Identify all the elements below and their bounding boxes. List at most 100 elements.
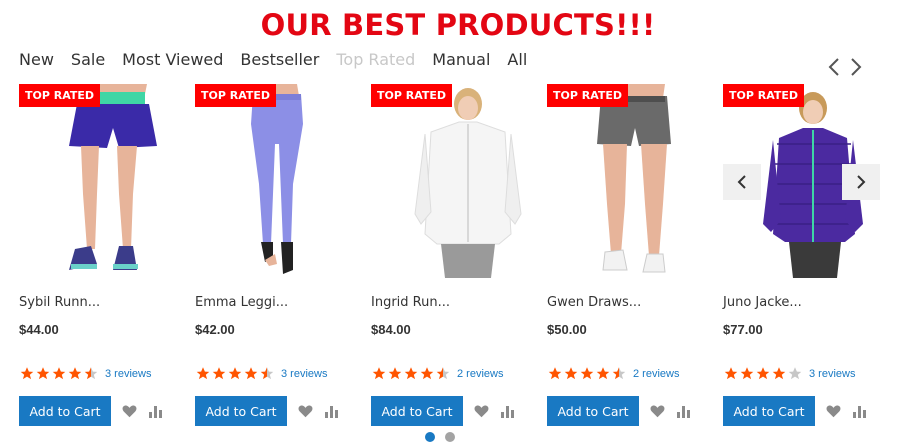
product-image[interactable]: TOP RATED xyxy=(19,84,176,278)
star-icon xyxy=(740,367,754,380)
reviews-link[interactable]: 2 reviews xyxy=(633,368,679,380)
add-to-cart-button[interactable]: Add to Cart xyxy=(547,396,639,426)
star-icon xyxy=(372,367,386,380)
star-half-icon xyxy=(260,367,274,380)
wishlist-button[interactable] xyxy=(121,403,137,419)
product-actions: Add to Cart xyxy=(371,396,515,426)
star-icon xyxy=(564,367,578,380)
star-icon xyxy=(36,367,50,380)
compare-button[interactable] xyxy=(851,403,867,419)
add-to-cart-button[interactable]: Add to Cart xyxy=(371,396,463,426)
product-rating: 3 reviews xyxy=(19,366,151,381)
pagination-dot[interactable] xyxy=(445,432,455,442)
bar-chart-icon xyxy=(500,406,514,418)
top-rated-badge: TOP RATED xyxy=(371,84,453,107)
rating-stars xyxy=(371,366,451,381)
heart-icon xyxy=(474,405,488,418)
compare-button[interactable] xyxy=(147,403,163,419)
wishlist-button[interactable] xyxy=(473,403,489,419)
tab-sale[interactable]: Sale xyxy=(71,50,105,70)
star-icon xyxy=(52,367,66,380)
image-next-button[interactable] xyxy=(842,164,880,200)
bar-chart-icon xyxy=(676,406,690,418)
top-rated-badge: TOP RATED xyxy=(19,84,101,107)
tab-all[interactable]: All xyxy=(507,50,527,70)
product-grid: TOP RATED Sybil Runn... $44.00 3 reviews… xyxy=(19,84,880,434)
product-rating: 2 reviews xyxy=(371,366,503,381)
product-card: TOP RATED Gwen Draws... $50.00 2 reviews xyxy=(547,84,704,434)
compare-button[interactable] xyxy=(499,403,515,419)
tab-most-viewed[interactable]: Most Viewed xyxy=(122,50,223,70)
star-icon xyxy=(724,367,738,380)
product-image[interactable]: TOP RATED xyxy=(371,84,528,278)
product-actions: Add to Cart xyxy=(19,396,163,426)
product-actions: Add to Cart xyxy=(547,396,691,426)
add-to-cart-button[interactable]: Add to Cart xyxy=(195,396,287,426)
product-card: TOP RATED Sybil Runn... $44.00 3 reviews… xyxy=(19,84,176,434)
product-name[interactable]: Gwen Draws... xyxy=(547,295,641,310)
star-icon xyxy=(548,367,562,380)
chevron-left-icon xyxy=(737,175,746,189)
wishlist-button[interactable] xyxy=(825,403,841,419)
add-to-cart-button[interactable]: Add to Cart xyxy=(19,396,111,426)
reviews-link[interactable]: 3 reviews xyxy=(105,368,151,380)
product-price: $84.00 xyxy=(371,322,411,337)
product-price: $77.00 xyxy=(723,322,763,337)
chevron-right-icon xyxy=(851,58,862,76)
reviews-link[interactable]: 3 reviews xyxy=(281,368,327,380)
product-name[interactable]: Ingrid Run... xyxy=(371,295,450,310)
wishlist-button[interactable] xyxy=(297,403,313,419)
chevron-right-icon xyxy=(857,175,866,189)
image-prev-button[interactable] xyxy=(723,164,761,200)
product-photo xyxy=(69,84,157,270)
star-half-icon xyxy=(436,367,450,380)
star-icon xyxy=(388,367,402,380)
tab-new[interactable]: New xyxy=(19,50,54,70)
bar-chart-icon xyxy=(852,406,866,418)
chevron-left-icon xyxy=(828,58,839,76)
reviews-link[interactable]: 3 reviews xyxy=(809,368,855,380)
product-name[interactable]: Sybil Runn... xyxy=(19,295,100,310)
product-photo xyxy=(414,88,522,278)
rating-stars xyxy=(547,366,627,381)
product-price: $42.00 xyxy=(195,322,235,337)
star-half-icon xyxy=(612,367,626,380)
product-image[interactable]: TOP RATED xyxy=(547,84,704,278)
star-icon xyxy=(68,367,82,380)
star-icon xyxy=(580,367,594,380)
rating-stars xyxy=(723,366,803,381)
carousel-pagination xyxy=(425,432,455,442)
star-icon xyxy=(212,367,226,380)
product-actions: Add to Cart xyxy=(195,396,339,426)
product-price: $50.00 xyxy=(547,322,587,337)
bar-chart-icon xyxy=(148,406,162,418)
product-actions: Add to Cart xyxy=(723,396,867,426)
star-icon xyxy=(404,367,418,380)
product-name[interactable]: Emma Leggi... xyxy=(195,295,288,310)
pagination-dot[interactable] xyxy=(425,432,435,442)
tab-top-rated[interactable]: Top Rated xyxy=(336,50,415,70)
compare-button[interactable] xyxy=(675,403,691,419)
top-rated-badge: TOP RATED xyxy=(723,84,805,107)
product-tabs: New Sale Most Viewed Bestseller Top Rate… xyxy=(19,50,544,70)
compare-button[interactable] xyxy=(323,403,339,419)
carousel-nav xyxy=(826,56,864,78)
reviews-link[interactable]: 2 reviews xyxy=(457,368,503,380)
tab-bestseller[interactable]: Bestseller xyxy=(240,50,319,70)
star-icon xyxy=(244,367,258,380)
product-rating: 3 reviews xyxy=(723,366,855,381)
product-photo xyxy=(597,84,671,273)
product-name[interactable]: Juno Jacke... xyxy=(723,295,802,310)
page-title: OUR BEST PRODUCTS!!! xyxy=(260,8,656,42)
carousel-next-button[interactable] xyxy=(848,56,864,78)
tab-manual[interactable]: Manual xyxy=(432,50,490,70)
bar-chart-icon xyxy=(324,406,338,418)
add-to-cart-button[interactable]: Add to Cart xyxy=(723,396,815,426)
star-icon xyxy=(196,367,210,380)
product-image[interactable]: TOP RATED xyxy=(195,84,352,278)
heart-icon xyxy=(298,405,312,418)
carousel-prev-button[interactable] xyxy=(826,56,842,78)
product-card: TOP RATED Emma Leggi... $42.00 3 reviews xyxy=(195,84,352,434)
wishlist-button[interactable] xyxy=(649,403,665,419)
star-empty-icon xyxy=(788,367,802,380)
